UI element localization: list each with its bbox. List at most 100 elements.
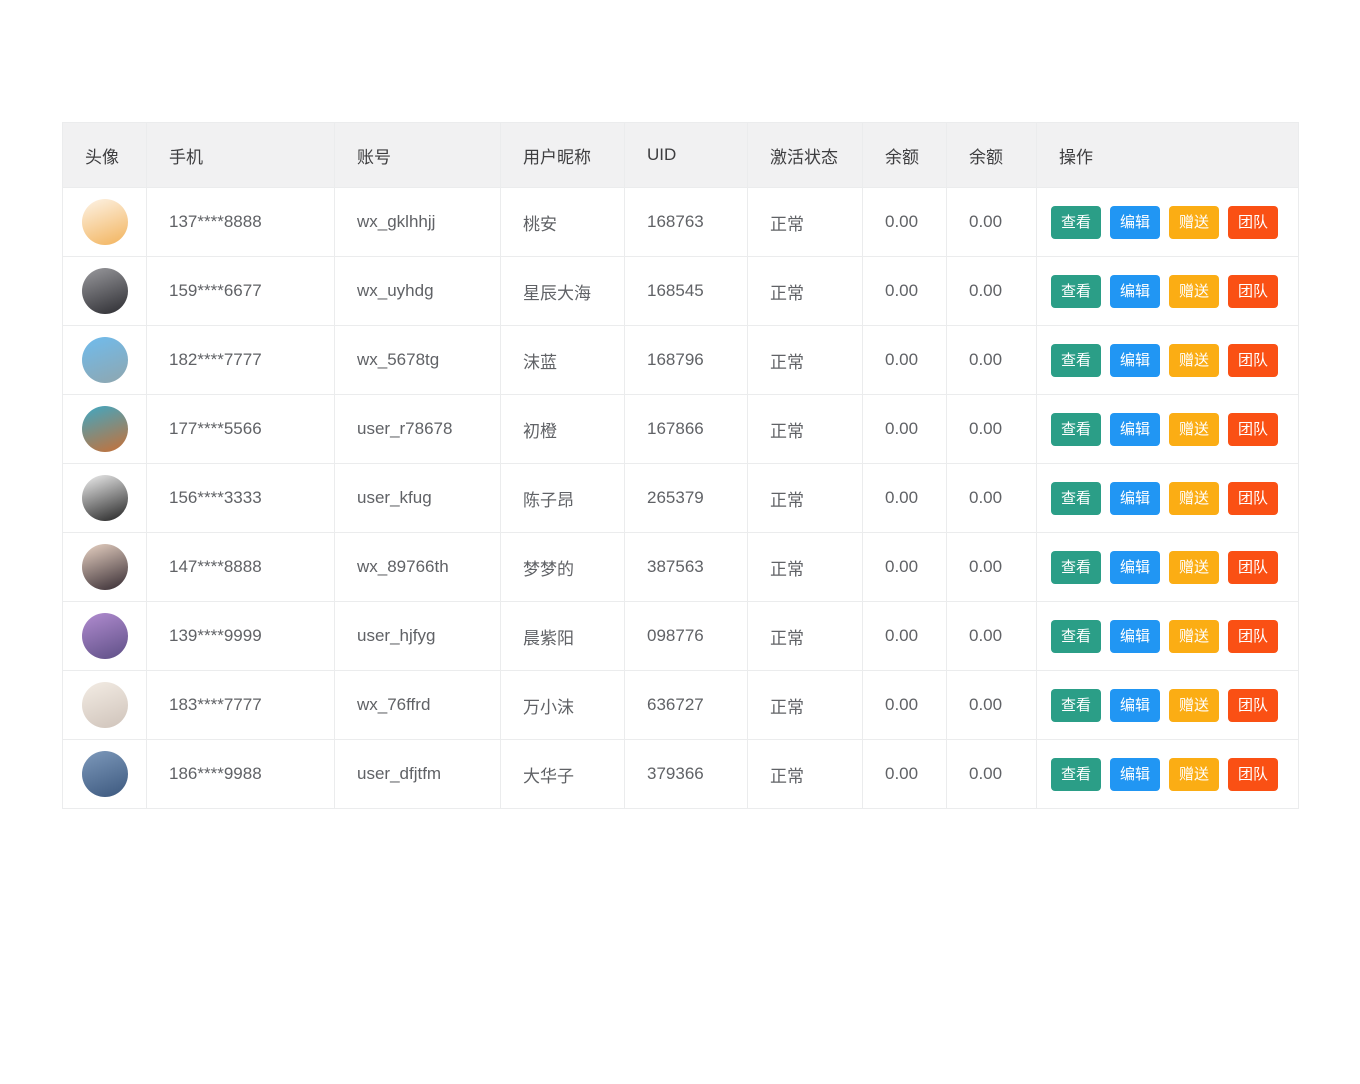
nickname-cell: 初橙	[501, 395, 625, 464]
edit-button[interactable]: 编辑	[1110, 689, 1160, 722]
user-avatar	[82, 613, 128, 659]
view-button[interactable]: 查看	[1051, 344, 1101, 377]
gift-button[interactable]: 赠送	[1169, 551, 1219, 584]
user-avatar	[82, 337, 128, 383]
user-avatar	[82, 751, 128, 797]
avatar-cell	[63, 257, 147, 326]
edit-button[interactable]: 编辑	[1110, 206, 1160, 239]
uid-cell: 636727	[625, 671, 748, 740]
account-cell: user_kfug	[335, 464, 501, 533]
team-button[interactable]: 团队	[1228, 413, 1278, 446]
status-cell: 正常	[748, 188, 863, 257]
gift-button[interactable]: 赠送	[1169, 275, 1219, 308]
col-header-nickname: 用户昵称	[501, 123, 625, 188]
col-header-balance-2: 余额	[947, 123, 1037, 188]
team-button[interactable]: 团队	[1228, 689, 1278, 722]
phone-cell: 186****9988	[147, 740, 335, 809]
col-header-uid: UID	[625, 123, 748, 188]
avatar-cell	[63, 671, 147, 740]
view-button[interactable]: 查看	[1051, 206, 1101, 239]
view-button[interactable]: 查看	[1051, 482, 1101, 515]
account-cell: user_r78678	[335, 395, 501, 464]
gift-button[interactable]: 赠送	[1169, 482, 1219, 515]
col-header-account: 账号	[335, 123, 501, 188]
actions-cell: 查看编辑赠送团队	[1037, 257, 1299, 326]
edit-button[interactable]: 编辑	[1110, 413, 1160, 446]
table-row: 177****5566 user_r78678 初橙 167866 正常 0.0…	[63, 395, 1299, 464]
avatar-cell	[63, 533, 147, 602]
balance-cell: 0.00	[947, 533, 1037, 602]
gift-button[interactable]: 赠送	[1169, 206, 1219, 239]
team-button[interactable]: 团队	[1228, 620, 1278, 653]
balance-cell: 0.00	[863, 602, 947, 671]
table-row: 137****8888 wx_gklhhjj 桃安 168763 正常 0.00…	[63, 188, 1299, 257]
uid-cell: 265379	[625, 464, 748, 533]
nickname-cell: 星辰大海	[501, 257, 625, 326]
col-header-phone: 手机	[147, 123, 335, 188]
gift-button[interactable]: 赠送	[1169, 758, 1219, 791]
actions-cell: 查看编辑赠送团队	[1037, 533, 1299, 602]
uid-cell: 387563	[625, 533, 748, 602]
avatar-cell	[63, 602, 147, 671]
table-row: 182****7777 wx_5678tg 沫蓝 168796 正常 0.00 …	[63, 326, 1299, 395]
nickname-cell: 晨紫阳	[501, 602, 625, 671]
edit-button[interactable]: 编辑	[1110, 551, 1160, 584]
uid-cell: 167866	[625, 395, 748, 464]
edit-button[interactable]: 编辑	[1110, 344, 1160, 377]
edit-button[interactable]: 编辑	[1110, 275, 1160, 308]
table-header-row: 头像 手机 账号 用户昵称 UID 激活状态 余额 余额 操作	[63, 123, 1299, 188]
gift-button[interactable]: 赠送	[1169, 620, 1219, 653]
balance-cell: 0.00	[863, 188, 947, 257]
balance-cell: 0.00	[947, 257, 1037, 326]
uid-cell: 168545	[625, 257, 748, 326]
actions-cell: 查看编辑赠送团队	[1037, 671, 1299, 740]
balance-cell: 0.00	[863, 671, 947, 740]
edit-button[interactable]: 编辑	[1110, 620, 1160, 653]
nickname-cell: 万小沫	[501, 671, 625, 740]
user-table: 头像 手机 账号 用户昵称 UID 激活状态 余额 余额 操作 137****8…	[62, 122, 1299, 809]
avatar-cell	[63, 326, 147, 395]
phone-cell: 137****8888	[147, 188, 335, 257]
avatar-cell	[63, 188, 147, 257]
team-button[interactable]: 团队	[1228, 482, 1278, 515]
col-header-balance-1: 余额	[863, 123, 947, 188]
content-card: 头像 手机 账号 用户昵称 UID 激活状态 余额 余额 操作 137****8…	[40, 36, 1320, 1048]
account-cell: wx_76ffrd	[335, 671, 501, 740]
balance-cell: 0.00	[863, 740, 947, 809]
balance-cell: 0.00	[863, 395, 947, 464]
nickname-cell: 陈子昂	[501, 464, 625, 533]
nickname-cell: 桃安	[501, 188, 625, 257]
phone-cell: 182****7777	[147, 326, 335, 395]
gift-button[interactable]: 赠送	[1169, 344, 1219, 377]
avatar-cell	[63, 464, 147, 533]
view-button[interactable]: 查看	[1051, 620, 1101, 653]
phone-cell: 159****6677	[147, 257, 335, 326]
gift-button[interactable]: 赠送	[1169, 413, 1219, 446]
view-button[interactable]: 查看	[1051, 689, 1101, 722]
view-button[interactable]: 查看	[1051, 758, 1101, 791]
edit-button[interactable]: 编辑	[1110, 758, 1160, 791]
user-avatar	[82, 199, 128, 245]
balance-cell: 0.00	[947, 395, 1037, 464]
team-button[interactable]: 团队	[1228, 206, 1278, 239]
uid-cell: 379366	[625, 740, 748, 809]
team-button[interactable]: 团队	[1228, 344, 1278, 377]
phone-cell: 177****5566	[147, 395, 335, 464]
col-header-status: 激活状态	[748, 123, 863, 188]
actions-cell: 查看编辑赠送团队	[1037, 326, 1299, 395]
team-button[interactable]: 团队	[1228, 551, 1278, 584]
uid-cell: 168763	[625, 188, 748, 257]
uid-cell: 098776	[625, 602, 748, 671]
account-cell: wx_gklhhjj	[335, 188, 501, 257]
view-button[interactable]: 查看	[1051, 413, 1101, 446]
avatar-cell	[63, 740, 147, 809]
team-button[interactable]: 团队	[1228, 275, 1278, 308]
balance-cell: 0.00	[947, 464, 1037, 533]
account-cell: wx_89766th	[335, 533, 501, 602]
gift-button[interactable]: 赠送	[1169, 689, 1219, 722]
team-button[interactable]: 团队	[1228, 758, 1278, 791]
edit-button[interactable]: 编辑	[1110, 482, 1160, 515]
view-button[interactable]: 查看	[1051, 551, 1101, 584]
balance-cell: 0.00	[947, 326, 1037, 395]
view-button[interactable]: 查看	[1051, 275, 1101, 308]
